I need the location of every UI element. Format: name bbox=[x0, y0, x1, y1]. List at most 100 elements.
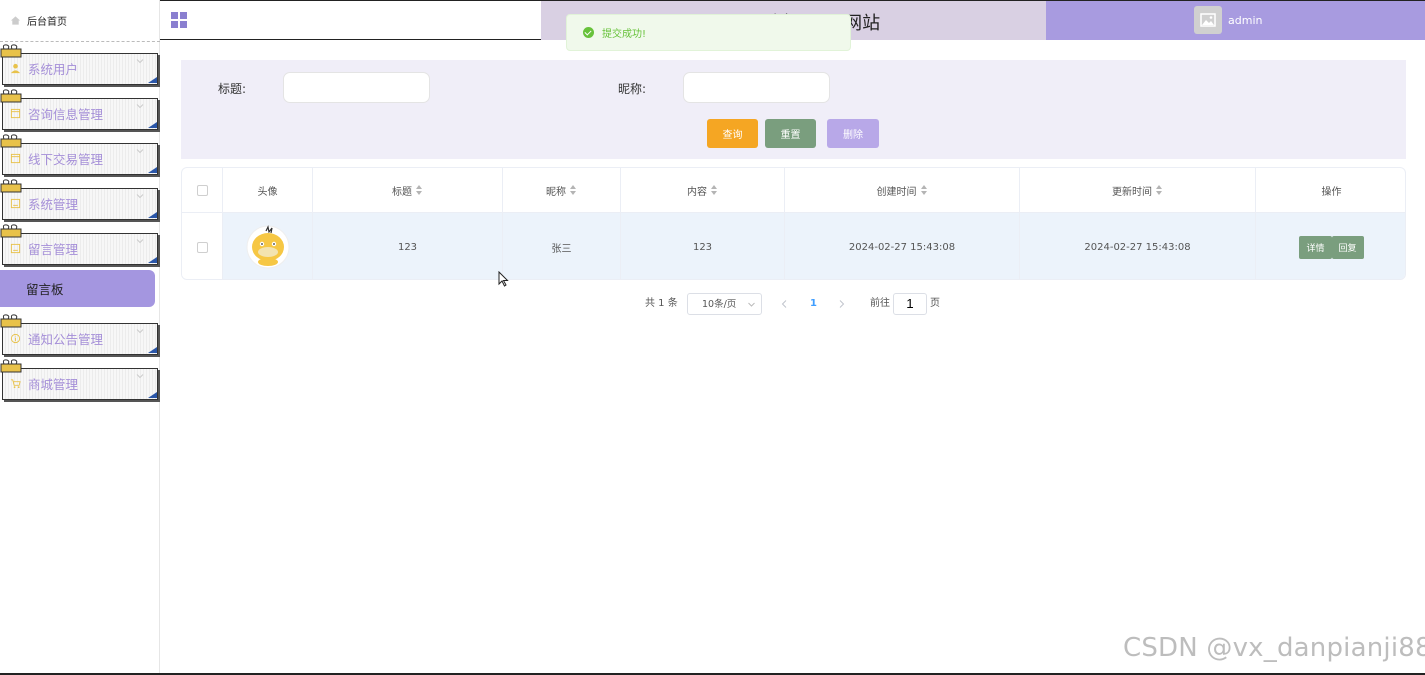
sidebar-item-notice-manage[interactable]: 通知公告管理 bbox=[0, 314, 158, 355]
column-header-label: 昵称 bbox=[546, 186, 566, 198]
username[interactable]: admin bbox=[1228, 14, 1262, 27]
success-toast: 提交成功! bbox=[566, 14, 851, 51]
binder-clip-icon bbox=[0, 314, 22, 328]
select-all-checkbox[interactable] bbox=[196, 184, 208, 196]
binder-clip-icon bbox=[0, 89, 22, 103]
chevron-down-icon bbox=[136, 374, 144, 379]
reset-button[interactable]: 重置 bbox=[765, 119, 816, 148]
sort-icon[interactable] bbox=[416, 185, 423, 195]
chevron-down-icon bbox=[136, 104, 144, 109]
user-menu[interactable]: admin bbox=[1046, 1, 1425, 40]
header-select-all[interactable] bbox=[182, 168, 223, 212]
document-icon bbox=[10, 108, 21, 119]
sidebar-item-message-manage[interactable]: 留言管理 bbox=[0, 224, 158, 265]
title-filter-label: 标题: bbox=[218, 82, 247, 96]
page-size-select[interactable]: 10条/页 bbox=[687, 293, 762, 315]
sidebar: 后台首页 系统用户 咨询信息管理 线下交易管理 系统管理 留言管理 留言板 通知… bbox=[0, 0, 160, 675]
sidebar-item-shop-manage[interactable]: 商城管理 bbox=[0, 359, 158, 400]
detail-button[interactable]: 详情 bbox=[1299, 235, 1332, 259]
sidebar-item-offline-trade[interactable]: 线下交易管理 bbox=[0, 134, 158, 175]
title-filter-input[interactable] bbox=[283, 72, 430, 103]
goto-page-input[interactable] bbox=[893, 293, 927, 315]
sort-icon[interactable] bbox=[711, 185, 718, 195]
sidebar-item-label: 线下交易管理 bbox=[28, 152, 104, 167]
next-page-icon[interactable] bbox=[839, 300, 845, 308]
column-header-nickname[interactable]: 昵称 bbox=[503, 168, 621, 212]
document-icon bbox=[10, 153, 21, 164]
document-icon bbox=[10, 243, 21, 254]
chevron-down-icon bbox=[748, 302, 755, 307]
prev-page-icon[interactable] bbox=[781, 300, 787, 308]
column-header-label: 头像 bbox=[257, 186, 278, 198]
watermark: CSDN @vx_danpianji889 bbox=[1123, 633, 1425, 663]
nickname-filter-input[interactable] bbox=[683, 72, 830, 103]
binder-clip-icon bbox=[0, 44, 22, 58]
chevron-down-icon bbox=[136, 59, 144, 64]
avatar[interactable] bbox=[1194, 6, 1222, 34]
nickname-filter-label: 昵称: bbox=[618, 82, 647, 96]
nickname-cell: 张三 bbox=[503, 213, 621, 279]
info-icon bbox=[10, 333, 21, 344]
column-header-label: 标题 bbox=[392, 186, 412, 198]
created-time-cell: 2024-02-27 15:43:08 bbox=[785, 213, 1020, 279]
binder-clip-icon bbox=[0, 134, 22, 148]
mouse-cursor-icon bbox=[498, 271, 509, 287]
cart-icon bbox=[10, 379, 21, 389]
sidebar-item-consult-info[interactable]: 咨询信息管理 bbox=[0, 89, 158, 130]
content-cell: 123 bbox=[621, 213, 785, 279]
column-header-avatar: 头像 bbox=[223, 168, 313, 212]
search-panel: 标题: 昵称: 查询 重置 删除 bbox=[181, 60, 1406, 159]
page-size-value: 10条/页 bbox=[702, 299, 737, 310]
chevron-down-icon bbox=[136, 239, 144, 244]
user-icon bbox=[10, 63, 21, 74]
menu-grid-icon[interactable] bbox=[171, 12, 188, 29]
toast-message: 提交成功! bbox=[602, 29, 647, 40]
total-count: 共 1 条 bbox=[645, 298, 678, 309]
reply-button[interactable]: 回复 bbox=[1331, 235, 1364, 259]
sidebar-item-label: 咨询信息管理 bbox=[28, 107, 104, 122]
column-header-label: 内容 bbox=[687, 186, 707, 198]
sidebar-home-label: 后台首页 bbox=[27, 17, 67, 28]
avatar bbox=[246, 225, 289, 269]
sidebar-subitem-message-board[interactable]: 留言板 bbox=[0, 270, 155, 307]
actions-cell: 详情 回复 bbox=[1256, 213, 1405, 279]
title-cell: 123 bbox=[313, 213, 503, 279]
goto-label: 前往 bbox=[870, 298, 890, 309]
updated-time-cell: 2024-02-27 15:43:08 bbox=[1020, 213, 1256, 279]
page-unit-label: 页 bbox=[930, 298, 940, 309]
sidebar-item-label: 留言管理 bbox=[28, 242, 79, 257]
sidebar-item-label: 系统管理 bbox=[28, 197, 79, 212]
column-header-label: 操作 bbox=[1321, 186, 1342, 198]
check-circle-icon bbox=[583, 27, 594, 38]
sidebar-item-home[interactable]: 后台首页 bbox=[0, 0, 160, 42]
sort-icon[interactable] bbox=[920, 185, 928, 195]
sidebar-item-system-manage[interactable]: 系统管理 bbox=[0, 179, 158, 220]
column-header-title[interactable]: 标题 bbox=[313, 168, 503, 212]
column-header-label: 创建时间 bbox=[876, 186, 917, 198]
binder-clip-icon bbox=[0, 179, 22, 193]
delete-button[interactable]: 删除 bbox=[827, 119, 879, 148]
current-page[interactable]: 1 bbox=[810, 293, 817, 315]
sidebar-item-label: 商城管理 bbox=[28, 377, 79, 392]
column-header-updated[interactable]: 更新时间 bbox=[1020, 168, 1256, 212]
home-icon bbox=[10, 16, 21, 25]
chevron-down-icon bbox=[136, 149, 144, 154]
column-header-created[interactable]: 创建时间 bbox=[785, 168, 1020, 212]
binder-clip-icon bbox=[0, 224, 22, 238]
document-icon bbox=[10, 198, 21, 209]
row-checkbox[interactable] bbox=[196, 241, 208, 253]
message-table: 头像 标题 昵称 内容 创建时间 更新时间 操作 123 张三 123 2024… bbox=[181, 167, 1406, 280]
chevron-down-icon bbox=[136, 194, 144, 199]
sort-icon[interactable] bbox=[570, 185, 577, 195]
column-header-actions: 操作 bbox=[1256, 168, 1405, 212]
column-header-content[interactable]: 内容 bbox=[621, 168, 785, 212]
sort-icon[interactable] bbox=[1156, 185, 1163, 195]
sidebar-item-system-users[interactable]: 系统用户 bbox=[0, 44, 158, 85]
image-placeholder-icon bbox=[1200, 13, 1216, 27]
avatar-cell bbox=[223, 213, 313, 279]
chevron-down-icon bbox=[136, 329, 144, 334]
column-header-label: 更新时间 bbox=[1112, 186, 1152, 198]
query-button[interactable]: 查询 bbox=[707, 119, 758, 148]
binder-clip-icon bbox=[0, 359, 22, 373]
row-select-cell[interactable] bbox=[182, 213, 223, 279]
